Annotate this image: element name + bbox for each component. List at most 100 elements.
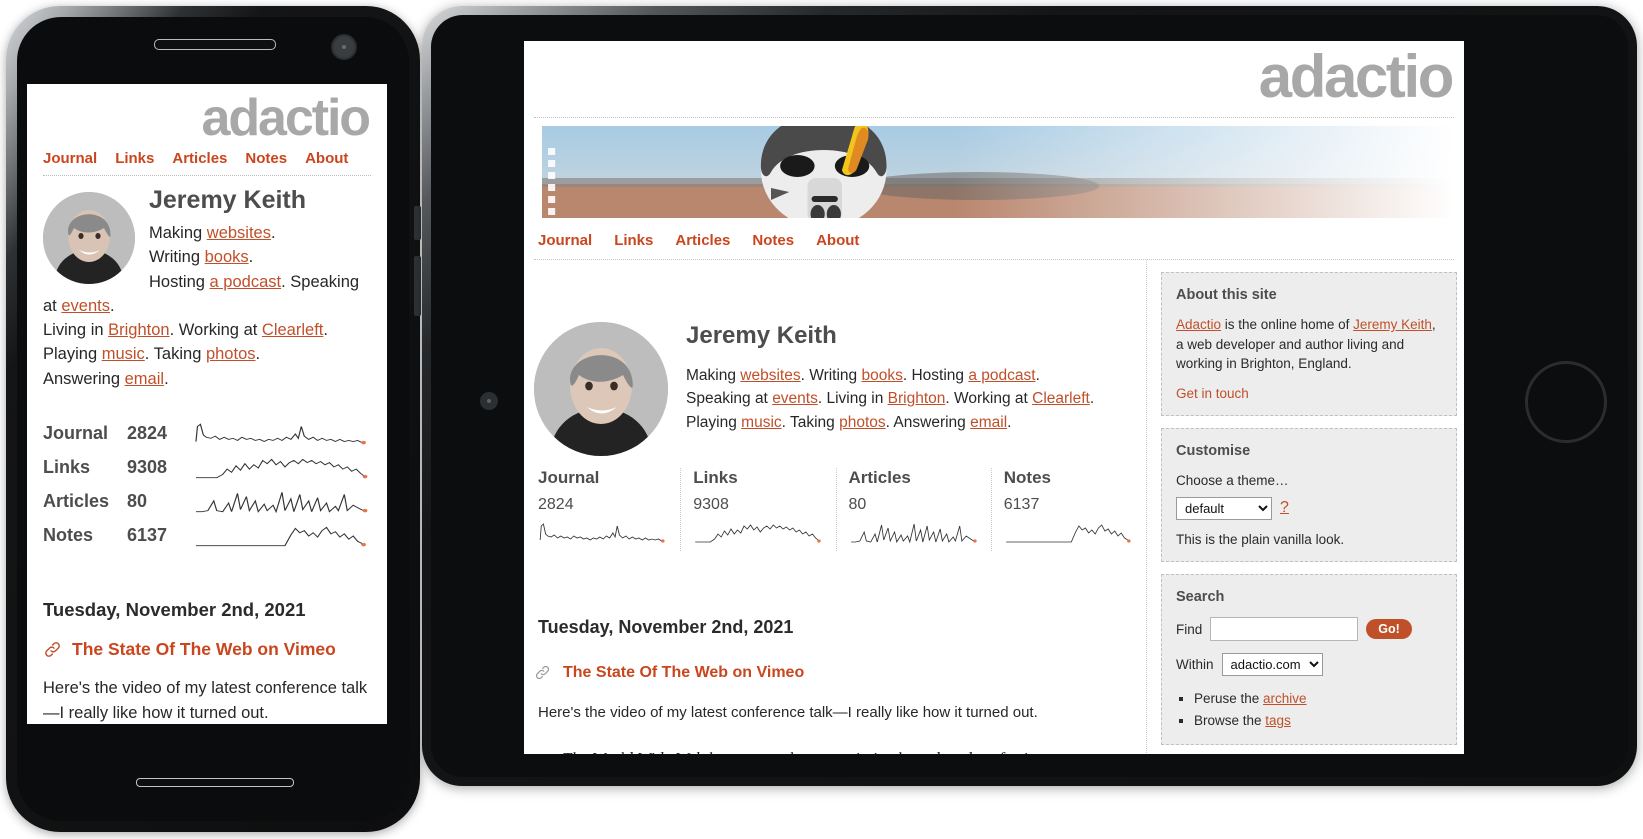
- nav-divider: [43, 175, 371, 176]
- bio-text-playing: Playing: [43, 345, 102, 364]
- bio-link-events[interactable]: events: [61, 297, 110, 315]
- bio-link-websites[interactable]: websites: [207, 224, 271, 242]
- bio-link-email[interactable]: email: [125, 370, 164, 388]
- within-select[interactable]: adactio.com: [1221, 653, 1323, 677]
- tablet-home-button[interactable]: [1525, 361, 1607, 443]
- nav-item-about[interactable]: About: [305, 150, 348, 167]
- sparkline-notes: [195, 526, 366, 547]
- stat-count-notes: 6137: [1003, 495, 1040, 513]
- search-go-button[interactable]: Go!: [1366, 619, 1412, 640]
- get-in-touch-link[interactable]: Get in touch: [1176, 386, 1249, 401]
- stat-card-notes[interactable]: Notes 6137: [990, 467, 1146, 551]
- bio2-link-clearleft[interactable]: Clearleft: [1032, 390, 1090, 407]
- bio-link-a-podcast[interactable]: a podcast: [210, 273, 282, 291]
- bio2-sep-6: .: [781, 413, 790, 431]
- stat-card-journal[interactable]: Journal 2824: [534, 468, 680, 551]
- sparkline-journal: [195, 423, 366, 445]
- tablet-front-camera-icon: [480, 392, 498, 410]
- bio2-link-email[interactable]: email: [970, 414, 1007, 431]
- tags-prefix: Browse the: [1194, 712, 1266, 728]
- phone-volume-button[interactable]: [414, 256, 421, 316]
- post-title-phone[interactable]: The State Of The Web on Vimeo: [72, 639, 336, 660]
- tablet-device-mockup: adactio Journal Links Articles Notes Abo…: [422, 6, 1637, 786]
- nav-item-links-tablet[interactable]: Links: [614, 232, 653, 249]
- theme-help-link[interactable]: ?: [1280, 499, 1289, 517]
- bio-text-writing: Writing: [149, 248, 205, 267]
- customise-heading: Customise: [1176, 443, 1251, 460]
- sparkline-journal-tablet: [539, 522, 665, 543]
- stat-label-links: Links: [693, 467, 738, 487]
- theme-label: Choose a theme…: [1176, 473, 1289, 489]
- bio2-link-music[interactable]: music: [741, 414, 781, 431]
- list-item-tags: Browse the tags: [1194, 710, 1442, 732]
- bio-sep-3: .: [109, 296, 115, 315]
- nav-item-notes-tablet[interactable]: Notes: [752, 232, 794, 249]
- link-icon[interactable]: [43, 640, 62, 659]
- nav-item-journal-tablet[interactable]: Journal: [538, 232, 592, 249]
- archive-prefix: Peruse the: [1194, 691, 1264, 707]
- stats-row-notes[interactable]: Notes 6137: [43, 519, 371, 553]
- bio-link-music[interactable]: music: [102, 345, 145, 363]
- avatar[interactable]: [43, 192, 135, 284]
- theme-row: default ?: [1176, 496, 1442, 520]
- bio2-text-taking: Taking: [789, 413, 840, 431]
- bio-text-working: Working at: [178, 321, 262, 339]
- nav-item-about-tablet[interactable]: About: [816, 232, 859, 249]
- bio2-link-a-podcast[interactable]: a podcast: [968, 367, 1035, 384]
- sparkline-links-tablet: [695, 524, 821, 543]
- avatar-portrait-image-tablet: [534, 322, 668, 456]
- nav-item-journal[interactable]: Journal: [43, 150, 97, 167]
- post-title-row-phone: The State Of The Web on Vimeo: [43, 639, 371, 660]
- sparkline-links: [195, 458, 368, 479]
- bio2-link-events[interactable]: events: [772, 390, 818, 407]
- link-icon-tablet[interactable]: [534, 664, 551, 681]
- bio-sep-8: .: [164, 369, 169, 388]
- bio2-link-websites[interactable]: websites: [740, 367, 800, 384]
- nav-item-notes[interactable]: Notes: [245, 150, 287, 167]
- archive-link[interactable]: archive: [1263, 691, 1307, 706]
- stat-count-journal: 2824: [538, 495, 574, 513]
- bio2-link-books[interactable]: books: [861, 367, 902, 384]
- site-logo[interactable]: adactio: [43, 84, 372, 146]
- stats-row-journal[interactable]: Journal 2824: [43, 417, 371, 451]
- bio-link-books[interactable]: books: [205, 248, 249, 266]
- bio-sep-4: .: [169, 321, 179, 339]
- nav-item-articles-tablet[interactable]: Articles: [675, 232, 730, 249]
- theme-select[interactable]: default: [1176, 496, 1272, 520]
- bio2-sep-5: .: [1089, 390, 1095, 408]
- page-columns: Jeremy Keith Making websites. Writing bo…: [524, 260, 1464, 754]
- within-label: Within: [1176, 657, 1214, 673]
- avatar-tablet[interactable]: [534, 322, 668, 456]
- bio2-link-brighton[interactable]: Brighton: [888, 390, 946, 407]
- search-input[interactable]: [1210, 617, 1359, 642]
- bio2-sep-8: .: [1007, 413, 1012, 431]
- bio2-text-writing: Writing: [809, 367, 862, 384]
- site-logo-tablet[interactable]: adactio: [524, 41, 1464, 107]
- bio-sep-0: .: [270, 224, 276, 242]
- stats-row-links[interactable]: Links 9308: [43, 451, 371, 485]
- bio-link-photos[interactable]: photos: [206, 345, 256, 363]
- tablet-screen: adactio Journal Links Articles Notes Abo…: [524, 41, 1464, 754]
- bio-link-brighton[interactable]: Brighton: [108, 321, 169, 339]
- bio2-text-playing: Playing: [686, 413, 742, 431]
- about-link-jeremy-keith[interactable]: Jeremy Keith: [1353, 317, 1432, 332]
- nav-item-links[interactable]: Links: [115, 150, 154, 167]
- tags-link[interactable]: tags: [1265, 713, 1291, 728]
- banner-artwork: [542, 126, 1454, 218]
- bio-link-clearleft[interactable]: Clearleft: [262, 321, 323, 339]
- stats-row-tablet: Journal 2824 Links 9308 Articles 80 Note…: [534, 467, 1146, 551]
- post-lead-phone: Here's the video of my latest conference…: [43, 678, 368, 722]
- bio-sep-7: .: [255, 345, 261, 364]
- about-body: Adactio is the online home of Jeremy Kei…: [1176, 315, 1442, 374]
- phone-side-button[interactable]: [414, 206, 421, 240]
- stats-row-articles[interactable]: Articles 80: [43, 485, 371, 519]
- about-link-adactio[interactable]: Adactio: [1176, 317, 1221, 332]
- bio2-link-photos[interactable]: photos: [839, 414, 886, 431]
- stat-card-articles[interactable]: Articles 80: [835, 467, 991, 551]
- post-title-tablet[interactable]: The State Of The Web on Vimeo: [563, 664, 804, 682]
- stat-card-links[interactable]: Links 9308: [680, 467, 835, 551]
- sidebar-box-search: Search Find Go! Within adactio.com ▪ Per…: [1161, 574, 1457, 745]
- phone-page: adactio Journal Links Articles Notes Abo…: [27, 84, 387, 724]
- nav-item-articles[interactable]: Articles: [172, 150, 227, 167]
- phone-home-indicator: [136, 778, 294, 787]
